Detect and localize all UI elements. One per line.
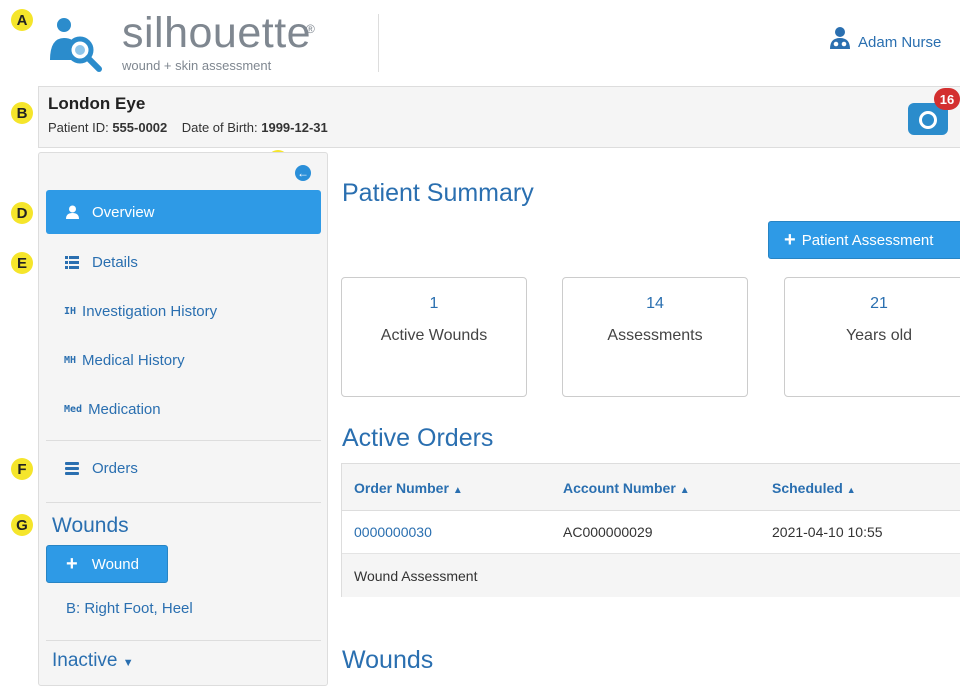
sort-icon: ▲︎ <box>452 485 463 496</box>
callout-marker-d: D <box>11 202 33 224</box>
callout-marker-b: B <box>11 102 33 124</box>
card-value: 21 <box>870 295 888 312</box>
sort-asc-icon: ▲ <box>846 485 856 495</box>
active-orders-title: Active Orders <box>342 424 494 452</box>
server-icon <box>64 461 80 475</box>
investigation-history-abbr-icon: IH <box>64 305 77 317</box>
medical-history-abbr-icon: MH <box>64 354 77 366</box>
patient-assessment-label: Patient Assessment <box>801 231 934 249</box>
sidebar-item-medical-history[interactable]: MH Medical History <box>46 338 321 382</box>
callout-marker-f: F <box>11 458 33 480</box>
patient-dob: 1999-12-31 <box>261 120 328 135</box>
sidebar-divider <box>46 502 321 503</box>
callout-marker-a: A <box>11 9 33 31</box>
card-label: Active Wounds <box>380 327 488 344</box>
list-icon <box>64 255 80 269</box>
caret-down-icon: ▼ <box>122 657 134 669</box>
sidebar-item-label: Orders <box>92 459 138 477</box>
patient-id-label: Patient ID: <box>48 120 109 135</box>
sidebar-divider <box>46 640 321 641</box>
orders-table: Order Number ▲︎ Account Number ▲︎ Schedu… <box>341 463 960 597</box>
table-header: Order Number ▲︎ Account Number ▲︎ Schedu… <box>342 464 960 511</box>
plus-icon: + <box>66 552 78 575</box>
card-value: 1 <box>429 295 439 312</box>
patient-name: London Eye <box>48 94 146 113</box>
sidebar-item-investigation-history[interactable]: IH Investigation History <box>46 289 321 333</box>
sidebar-item-label: Investigation History <box>82 302 218 320</box>
table-row: Wound Assessment <box>342 553 960 597</box>
plus-icon: + <box>784 228 796 251</box>
sidebar-item-medication[interactable]: Med Medication <box>46 387 321 431</box>
sidebar-divider <box>46 440 321 441</box>
order-detail: Wound Assessment <box>354 568 478 584</box>
account-number: AC000000029 <box>563 524 653 540</box>
header-divider <box>378 14 379 72</box>
assessments-card[interactable]: 14 Assessments <box>562 277 748 397</box>
patient-assessment-button[interactable]: + Patient Assessment <box>768 221 960 259</box>
column-scheduled[interactable]: Scheduled ▲ <box>772 480 856 496</box>
sidebar-item-label: Medical History <box>82 351 185 369</box>
page-title: Patient Summary <box>342 179 534 207</box>
patient-banner: London Eye Patient ID: 555-0002 Date of … <box>38 86 960 148</box>
years-old-card: 21 Years old <box>784 277 960 397</box>
user-name[interactable]: Adam Nurse <box>858 34 941 51</box>
card-label: Years old <box>845 327 913 344</box>
scheduled-date: 2021-04-10 10:55 <box>772 524 883 540</box>
sidebar-item-details[interactable]: Details <box>46 240 321 284</box>
active-wounds-card[interactable]: 1 Active Wounds <box>341 277 527 397</box>
patient-id: 555-0002 <box>112 120 168 135</box>
callout-marker-g: G <box>11 514 33 536</box>
wounds-heading: Wounds <box>52 514 129 537</box>
card-value: 14 <box>646 295 664 312</box>
column-order-number[interactable]: Order Number ▲︎ <box>354 480 463 496</box>
nurse-user-icon <box>830 27 850 49</box>
inactive-label: Inactive <box>52 650 118 671</box>
inactive-dropdown[interactable]: Inactive ▼ <box>52 650 134 672</box>
sidebar-item-orders[interactable]: Orders <box>46 446 321 490</box>
photo-count-badge: 16 <box>934 88 960 110</box>
logo-tagline: wound + skin assessment <box>122 58 272 73</box>
wounds-title: Wounds <box>342 646 434 674</box>
sidebar-item-overview[interactable]: Overview <box>46 190 321 234</box>
column-account-number[interactable]: Account Number ▲︎ <box>563 480 690 496</box>
patient-meta: Patient ID: 555-0002 Date of Birth: 1999… <box>48 120 328 135</box>
medication-abbr-icon: Med <box>64 403 83 415</box>
sidebar-item-label: Overview <box>92 203 155 221</box>
callout-marker-e: E <box>11 252 33 274</box>
add-wound-label: Wound <box>91 555 139 573</box>
camera-icon <box>919 111 937 129</box>
user-icon <box>64 205 80 219</box>
order-number-link[interactable]: 0000000030 <box>354 524 432 540</box>
arrow-left-circle-icon[interactable]: ← <box>295 165 311 181</box>
logo-registered-mark: ® <box>306 22 315 36</box>
card-label: Assessments <box>607 327 703 344</box>
dob-label: Date of Birth: <box>181 120 258 135</box>
patient-search-logo-icon <box>50 18 102 72</box>
add-wound-button[interactable]: + Wound <box>46 545 168 583</box>
sidebar-item-label: Details <box>92 253 138 271</box>
sort-icon: ▲︎ <box>679 485 690 496</box>
sidebar-item-label: Medication <box>88 400 161 418</box>
logo-wordmark: silhouette <box>122 9 312 57</box>
wound-link[interactable]: B: Right Foot, Heel <box>66 600 193 617</box>
